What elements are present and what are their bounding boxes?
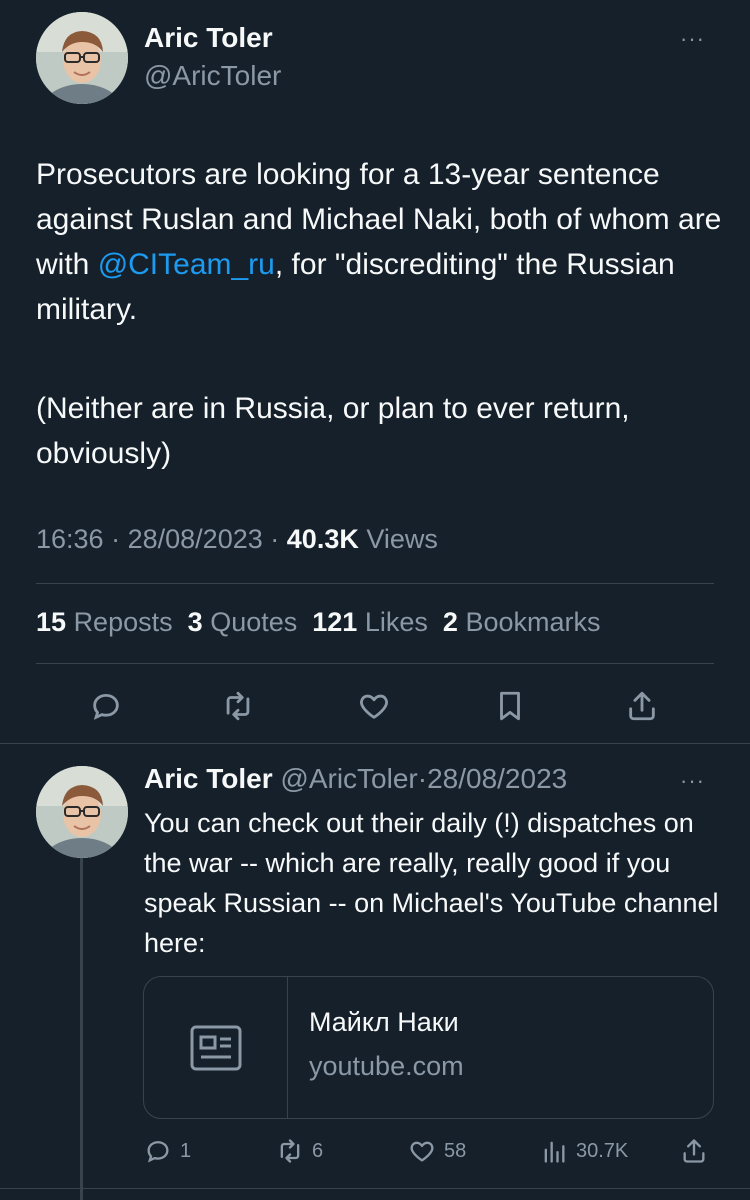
bookmarks-count: 2 [442,607,458,637]
reply-icon [147,1141,169,1163]
reply-icon [93,693,119,720]
thread-line [80,856,83,1200]
reposts-count: 15 [36,607,67,637]
share-button[interactable] [620,686,664,726]
reply-like-button[interactable]: 58 [408,1137,466,1165]
likes-count: 121 [312,607,358,637]
reply-header: Aric Toler @AricToler·28/08/2023 [144,763,567,795]
author-handle[interactable]: @AricToler [144,60,281,92]
mention-link[interactable]: @CITeam_ru [98,248,275,281]
like-count: 58 [444,1139,467,1162]
avatar-image [36,12,128,104]
meta-separator: · [417,763,428,794]
link-card-thumbnail [144,977,288,1118]
views-label: Views [366,524,438,554]
reply-author-handle[interactable]: @AricToler [280,763,417,794]
tweet-text-paragraph-2: (Neither are in Russia, or plan to ever … [36,392,630,470]
quotes-stat[interactable]: 3 Quotes [188,607,298,637]
bookmark-button[interactable] [488,686,532,726]
reply-more-options-button[interactable]: ··· [680,768,705,794]
reply-count: 1 [180,1139,192,1162]
tweet-meta: 16:36 · 28/08/2023 · 40.3K Views [36,524,438,555]
repost-count: 6 [312,1139,324,1162]
reply-author-avatar[interactable] [36,766,128,858]
more-options-button[interactable]: ··· [680,26,705,52]
reply-text: You can check out their daily (!) dispat… [144,808,719,958]
quotes-label: Quotes [210,607,298,637]
repost-icon [226,691,250,721]
like-icon [360,694,388,719]
article-icon [190,1025,241,1070]
quotes-count: 3 [187,607,203,637]
author-avatar[interactable] [36,12,128,104]
share-icon [683,1139,705,1163]
bookmark-icon [500,691,520,721]
repost-button[interactable] [216,686,260,726]
share-icon [629,691,655,721]
like-icon [410,1141,434,1162]
reply-share-button[interactable] [680,1137,708,1165]
reposts-stat[interactable]: 15 Reposts [36,607,173,637]
reply-author-name[interactable]: Aric Toler [144,763,273,794]
link-card-title: Майкл Наки [309,1007,459,1037]
views-count: 30.7K [576,1139,629,1162]
meta-separator: · [270,524,280,554]
reply-reply-button[interactable]: 1 [144,1137,191,1165]
section-divider [0,743,750,744]
views-count: 40.3K [286,524,359,554]
reposts-label: Reposts [73,607,173,637]
tweet-time[interactable]: 16:36 [36,524,104,554]
author-name[interactable]: Aric Toler [144,22,273,54]
link-card[interactable]: Майкл Наки youtube.com [143,976,714,1119]
link-card-domain: youtube.com [309,1051,464,1081]
reply-button[interactable] [84,686,128,726]
reply-views-button[interactable]: 30.7K [540,1137,628,1165]
tweet-text: Prosecutors are looking for a 13-year se… [36,152,726,332]
divider [36,583,714,584]
like-button[interactable] [352,686,396,726]
bookmarks-stat[interactable]: 2 Bookmarks [443,607,601,637]
reply-repost-button[interactable]: 6 [276,1137,323,1165]
bottom-divider [0,1188,750,1189]
likes-label: Likes [364,607,428,637]
repost-icon [280,1139,300,1163]
tweet-date[interactable]: 28/08/2023 [128,524,263,554]
bookmarks-label: Bookmarks [465,607,601,637]
avatar-image [36,766,128,858]
reply-date[interactable]: 28/08/2023 [427,763,567,794]
likes-stat[interactable]: 121 Likes [312,607,428,637]
meta-separator: · [111,524,121,554]
divider [36,663,714,664]
views-icon [544,1141,565,1163]
engagement-stats: 15 Reposts 3 Quotes 121 Likes 2 Bookmark… [36,607,600,638]
